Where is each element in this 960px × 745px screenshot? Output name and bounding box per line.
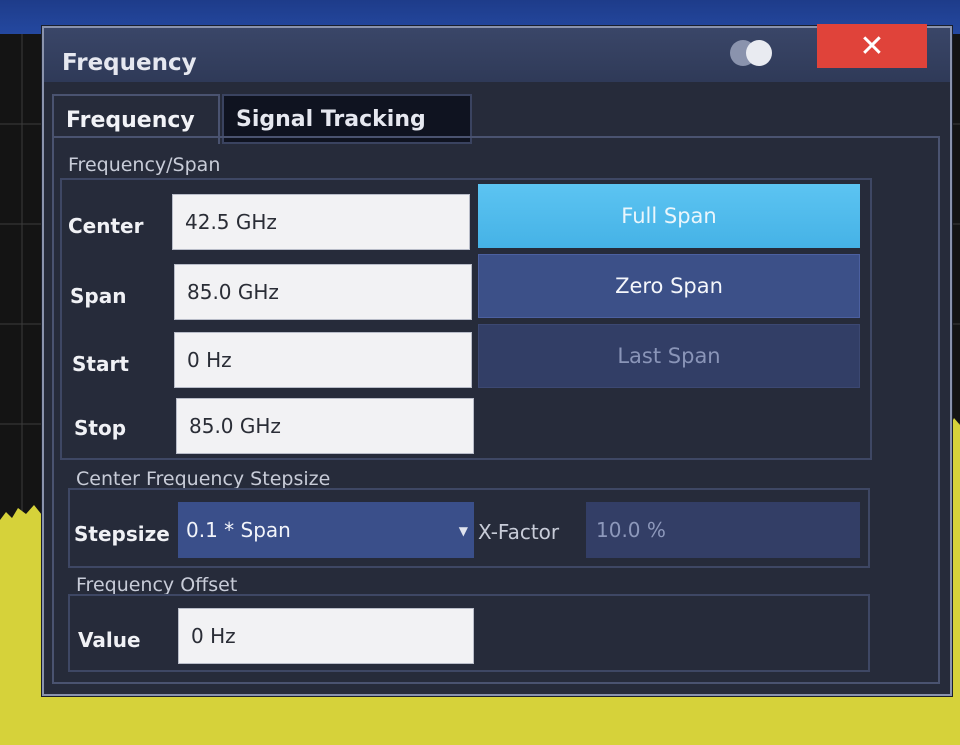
close-button[interactable]: ✕: [817, 24, 927, 68]
zero-span-button[interactable]: Zero Span: [478, 254, 860, 318]
close-icon: ✕: [859, 28, 885, 64]
stepsize-selected-value: 0.1 * Span: [186, 518, 291, 542]
frequency-dialog: Frequency ✕ Frequency Signal Tracking Fr…: [42, 24, 952, 696]
stepsize-label: Stepsize: [74, 522, 170, 546]
span-label: Span: [70, 284, 127, 308]
display-toggle-icon[interactable]: [730, 40, 774, 66]
span-input[interactable]: 85.0 GHz: [174, 264, 472, 320]
start-input[interactable]: 0 Hz: [174, 332, 472, 388]
last-span-button[interactable]: Last Span: [478, 324, 860, 388]
full-span-button[interactable]: Full Span: [478, 184, 860, 248]
xfactor-input[interactable]: 10.0 %: [586, 502, 860, 558]
group-label-stepsize: Center Frequency Stepsize: [76, 468, 331, 490]
offset-value-label: Value: [78, 628, 141, 652]
group-label-frequency-span: Frequency/Span: [68, 154, 221, 176]
dialog-title: Frequency: [62, 50, 197, 76]
group-label-frequency-offset: Frequency Offset: [76, 574, 238, 596]
offset-value-input[interactable]: 0 Hz: [178, 608, 474, 664]
stop-input[interactable]: 85.0 GHz: [176, 398, 474, 454]
dropdown-arrow-icon: ▼: [458, 524, 468, 538]
xfactor-label: X-Factor: [478, 520, 560, 544]
center-input[interactable]: 42.5 GHz: [172, 194, 470, 250]
center-label: Center: [68, 214, 144, 238]
start-label: Start: [72, 352, 129, 376]
dialog-title-bar: Frequency ✕: [44, 24, 950, 82]
stepsize-select[interactable]: 0.1 * Span ▼: [178, 502, 474, 558]
stop-label: Stop: [74, 416, 127, 440]
